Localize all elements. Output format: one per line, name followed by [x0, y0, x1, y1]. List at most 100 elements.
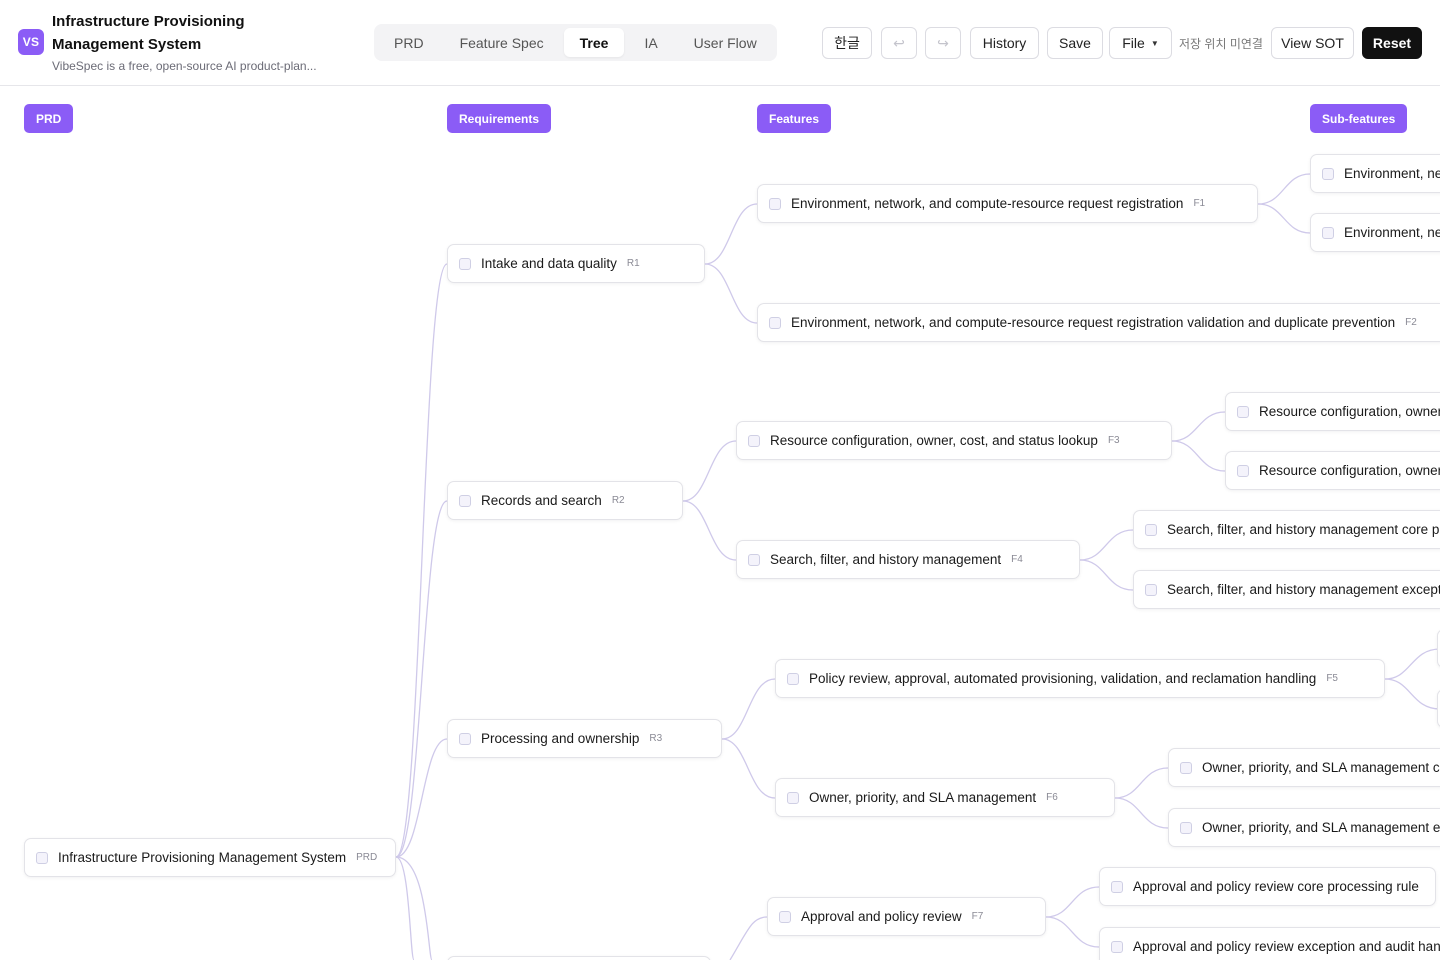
node-checkbox[interactable] — [459, 732, 471, 745]
tree-node-requirement[interactable]: Processing and ownership R3 — [447, 719, 722, 758]
connector — [1079, 529, 1134, 561]
node-checkbox[interactable] — [459, 257, 471, 270]
tree-node-subfeature[interactable]: Approval and policy review exception and… — [1099, 927, 1440, 960]
tree-node-feature[interactable]: Environment, network, and compute-resour… — [757, 303, 1440, 342]
node-code: R1 — [626, 258, 640, 269]
node-label: Intake and data quality — [481, 256, 617, 271]
node-code: F1 — [1193, 198, 1206, 209]
tab-ia[interactable]: IA — [628, 28, 673, 57]
tree-node-subfeature[interactable]: Owner, priority, and SLA management exc — [1168, 808, 1440, 847]
node-label: Policy review, approval, automated provi… — [809, 671, 1317, 686]
connector — [1079, 559, 1134, 591]
tree-node-feature[interactable]: Search, filter, and history management F… — [736, 540, 1080, 579]
view-sot-button[interactable]: View SOT — [1271, 27, 1354, 59]
tree-node-feature[interactable]: Policy review, approval, automated provi… — [775, 659, 1385, 698]
connector — [1384, 648, 1440, 680]
tree-node-feature[interactable]: Environment, network, and compute-resour… — [757, 184, 1258, 223]
undo-button[interactable]: ↩ — [881, 27, 917, 59]
tree-node-subfeature[interactable]: Environment, net — [1310, 213, 1440, 252]
tab-user-flow[interactable]: User Flow — [678, 28, 773, 57]
tab-tree[interactable]: Tree — [563, 28, 625, 57]
save-button[interactable]: Save — [1047, 27, 1103, 59]
node-checkbox[interactable] — [1237, 464, 1249, 477]
node-code: F4 — [1011, 554, 1023, 565]
tree-node-requirement[interactable] — [447, 956, 711, 960]
tree-node-subfeature[interactable]: Resource configuration, owner, c — [1225, 451, 1440, 490]
view-tabs: PRD Feature Spec Tree IA User Flow — [374, 24, 777, 61]
language-button[interactable]: 한글 — [822, 27, 872, 59]
reset-button[interactable]: Reset — [1362, 27, 1422, 59]
app-header: VS Infrastructure Provisioning Managemen… — [0, 0, 1440, 86]
node-label: Search, filter, and history management — [770, 552, 1002, 567]
node-checkbox[interactable] — [748, 553, 760, 566]
node-label: Resource configuration, owner, c — [1259, 463, 1440, 478]
tree-node-root[interactable]: Infrastructure Provisioning Management S… — [24, 838, 396, 877]
node-checkbox[interactable] — [1180, 761, 1192, 774]
node-code: PRD — [356, 852, 378, 863]
column-badge-subfeatures: Sub-features — [1310, 104, 1408, 133]
connector — [395, 738, 448, 858]
node-checkbox[interactable] — [1322, 226, 1334, 239]
node-code: R3 — [649, 733, 663, 744]
connector — [1171, 411, 1226, 442]
connector — [682, 500, 737, 561]
node-label: Environment, net — [1344, 166, 1440, 181]
app-subtitle: VibeSpec is a free, open-source AI produ… — [52, 59, 317, 73]
tab-prd[interactable]: PRD — [378, 28, 440, 57]
node-checkbox[interactable] — [769, 316, 781, 329]
node-label: Environment, network, and compute-resour… — [791, 315, 1396, 330]
tree-node-subfeature[interactable]: Search, filter, and history management e… — [1133, 570, 1440, 609]
connector — [704, 263, 758, 324]
node-code: F3 — [1107, 435, 1120, 446]
node-label: Approval and policy review core processi… — [1133, 879, 1419, 894]
tree-node-feature[interactable]: Approval and policy review F7 — [767, 897, 1046, 936]
connector — [395, 263, 448, 858]
node-code: F6 — [1046, 792, 1058, 803]
node-checkbox[interactable] — [1145, 583, 1157, 596]
column-badge-features: Features — [757, 104, 832, 133]
node-checkbox[interactable] — [36, 851, 48, 864]
node-label: Environment, network, and compute-resour… — [791, 196, 1184, 211]
node-checkbox[interactable] — [1322, 167, 1334, 180]
node-checkbox[interactable] — [1111, 880, 1123, 893]
chevron-down-icon: ▼ — [1150, 38, 1159, 48]
node-checkbox[interactable] — [769, 197, 781, 210]
node-code: F2 — [1405, 317, 1417, 328]
tree-node-subfeature[interactable]: Approval and policy review core processi… — [1099, 867, 1436, 906]
tree-node-feature[interactable]: Resource configuration, owner, cost, and… — [736, 421, 1172, 460]
node-label: Owner, priority, and SLA management exc — [1202, 820, 1440, 835]
connector — [1257, 173, 1311, 205]
connector — [721, 738, 776, 799]
tree-node-requirement[interactable]: Records and search R2 — [447, 481, 683, 520]
node-label: Search, filter, and history management e… — [1167, 582, 1440, 597]
file-label: File — [1122, 35, 1145, 51]
node-checkbox[interactable] — [459, 494, 471, 507]
app-title: Infrastructure Provisioning Management S… — [52, 13, 245, 53]
tree-node-subfeature[interactable]: Resource configuration, owner, c — [1225, 392, 1440, 431]
node-checkbox[interactable] — [1180, 821, 1192, 834]
node-checkbox[interactable] — [748, 434, 760, 447]
connector — [1257, 203, 1311, 234]
node-checkbox[interactable] — [779, 910, 791, 923]
tree-node-requirement[interactable]: Intake and data quality R1 — [447, 244, 705, 283]
node-checkbox[interactable] — [787, 672, 799, 685]
file-menu-button[interactable]: File ▼ — [1109, 27, 1172, 59]
tree-node-subfeature[interactable]: Owner, priority, and SLA management core — [1168, 748, 1440, 787]
node-checkbox[interactable] — [1237, 405, 1249, 418]
node-label: Records and search — [481, 493, 602, 508]
tree-node-subfeature[interactable]: Search, filter, and history management c… — [1133, 510, 1440, 549]
undo-icon: ↩ — [893, 34, 905, 51]
tree-node-subfeature[interactable]: Environment, net — [1310, 154, 1440, 193]
connector — [682, 440, 737, 502]
app-logo: VS — [18, 29, 44, 55]
node-checkbox[interactable] — [787, 791, 799, 804]
history-button[interactable]: History — [970, 27, 1039, 59]
tree-node-feature[interactable]: Owner, priority, and SLA management F6 — [775, 778, 1115, 817]
node-checkbox[interactable] — [1111, 940, 1123, 953]
node-checkbox[interactable] — [1145, 523, 1157, 536]
connector — [395, 500, 448, 858]
node-label: Approval and policy review — [801, 909, 962, 924]
node-label: Owner, priority, and SLA management — [809, 790, 1037, 805]
tab-feature-spec[interactable]: Feature Spec — [444, 28, 560, 57]
redo-button[interactable]: ↪ — [925, 27, 961, 59]
